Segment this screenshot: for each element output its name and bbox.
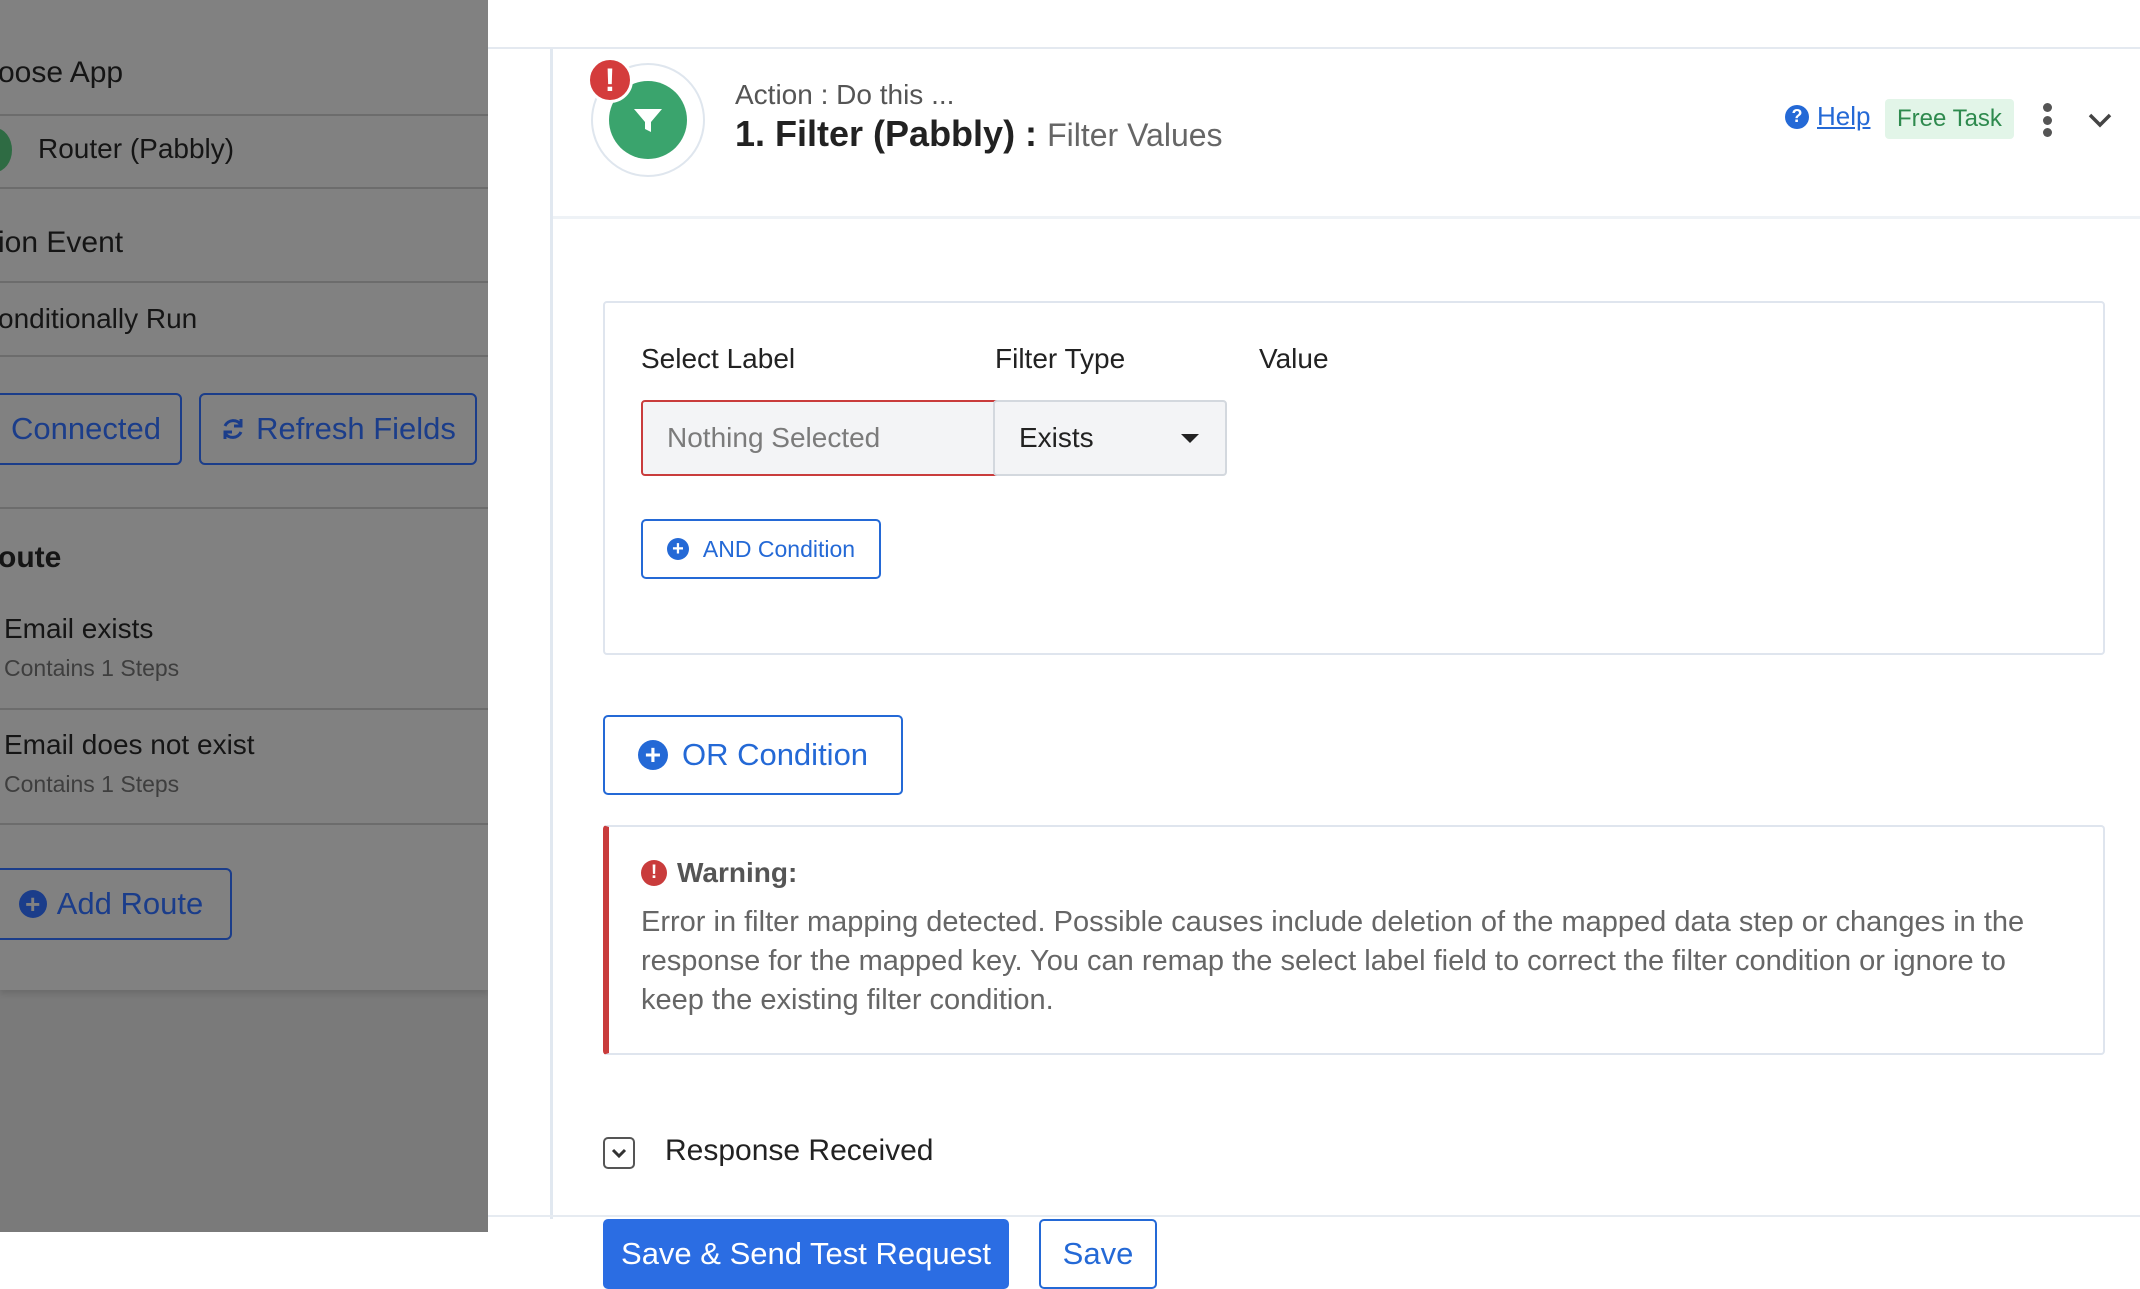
filter-condition-group: Select Label Filter Type Value Nothing S… [603,301,2105,655]
filter-type-value: Exists [1019,422,1094,453]
or-condition-button[interactable]: + OR Condition [603,715,903,795]
left-panel-overlay: oose App Router (Pabbly) ion Event ondit… [0,0,488,1232]
exclamation-circle-icon: ! [587,57,633,103]
refresh-fields-label: Refresh Fields [256,411,456,446]
warning-title-text: Warning: [677,857,798,888]
filter-type-header: Filter Type [995,343,1126,374]
filter-type-dropdown[interactable]: Exists [993,400,1227,476]
response-received-label[interactable]: Response Received [665,1134,934,1168]
caret-down-icon [1181,434,1199,443]
value-header: Value [1259,343,1329,374]
top-bar [488,0,2140,49]
save-button[interactable]: Save [1039,1219,1157,1289]
response-toggle[interactable] [603,1137,635,1169]
step-subtitle: Action : Do this ... [735,79,955,110]
divider [0,281,488,283]
vertical-dots-icon[interactable] [2039,103,2055,137]
route-name: Email exists [4,613,154,644]
route-steps: Contains 1 Steps [4,655,180,681]
connected-label: Connected [11,411,161,446]
warning-title: ! Warning: [641,857,797,889]
refresh-icon [223,419,243,439]
add-route-label: Add Route [56,886,204,921]
and-condition-button[interactable]: + AND Condition [641,519,881,579]
app-name[interactable]: Router (Pabbly) [38,133,234,165]
divider [0,823,488,825]
plus-circle-icon: + [18,890,47,918]
router-app-icon [0,128,12,172]
divider [0,355,488,357]
select-label-header: Select Label [641,343,796,374]
choose-app-heading: oose App [0,56,124,89]
and-condition-label: AND Condition [702,535,856,562]
divider [0,114,488,116]
warning-alert: ! Warning: Error in filter mapping detec… [603,825,2105,1055]
or-condition-label: OR Condition [681,737,869,772]
filter-step-card: ! Action : Do this ... 1. Filter (Pabbly… [550,49,2140,1289]
exclamation-circle-icon: ! [641,860,667,886]
help-link[interactable]: ? Help [1785,101,1870,132]
select-label-placeholder: Nothing Selected [667,422,881,453]
step-header[interactable]: ! Action : Do this ... 1. Filter (Pabbly… [553,49,2140,219]
divider [488,1215,2140,1217]
question-circle-icon: ? [1785,104,1809,129]
route-name: Email does not exist [4,729,255,760]
action-event-heading: ion Event [0,226,124,259]
divider [0,708,488,710]
plus-circle-icon: + [666,538,689,560]
chevron-down-icon[interactable] [2085,105,2115,135]
route-heading: oute [0,541,62,574]
step-event-name: Filter Values [1047,117,1223,153]
divider [0,507,488,509]
free-task-badge: Free Task [1885,99,2014,139]
chevron-down-icon [611,1148,627,1159]
help-label: Help [1817,101,1871,131]
action-event-value[interactable]: onditionally Run [0,303,197,335]
route-steps: Contains 1 Steps [4,771,180,797]
save-send-test-button[interactable]: Save & Send Test Request [603,1219,1009,1289]
add-route-button[interactable]: + Add Route [0,868,232,940]
refresh-fields-button[interactable]: Refresh Fields [199,393,477,465]
warning-message: Error in filter mapping detected. Possib… [641,906,2025,1016]
plus-circle-icon: + [637,740,668,770]
step-app-name: 1. Filter (Pabbly) : [735,113,1038,154]
step-title: 1. Filter (Pabbly) : Filter Values [735,113,1223,155]
router-config-panel: oose App Router (Pabbly) ion Event ondit… [0,0,488,990]
divider [0,187,488,189]
connected-button[interactable]: Connected [0,393,182,465]
